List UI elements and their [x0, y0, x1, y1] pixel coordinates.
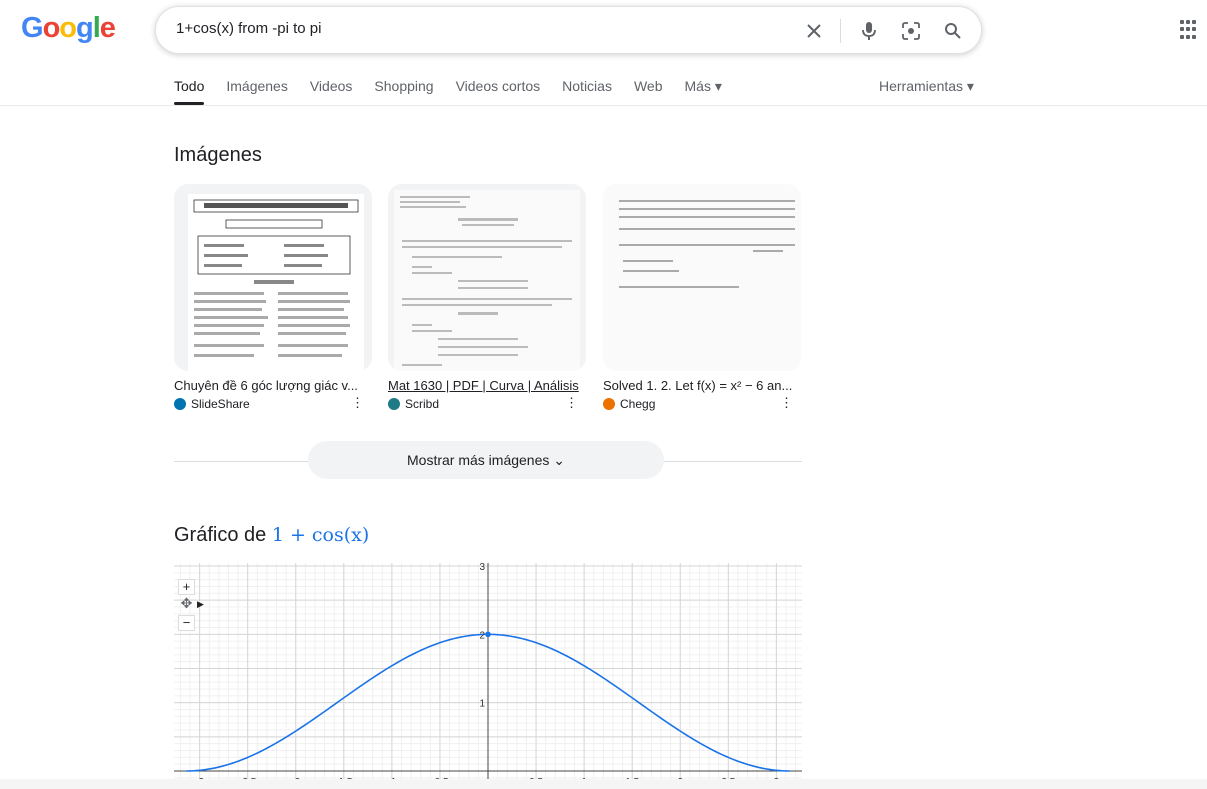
y-tick-label: 2 — [479, 630, 485, 641]
close-icon[interactable] — [800, 17, 828, 45]
chegg-favicon-icon — [603, 398, 615, 410]
image-source-label: Scribd — [405, 397, 440, 411]
image-thumbnail[interactable] — [388, 184, 586, 371]
images-section-title: Imágenes — [174, 144, 262, 166]
tab-imagenes[interactable]: Imágenes — [226, 78, 287, 95]
mic-icon[interactable] — [855, 17, 883, 45]
search-input[interactable] — [176, 20, 776, 37]
graph-title-prefix: Gráfico de — [174, 524, 267, 546]
image-source[interactable]: SlideShare ⋮ — [174, 396, 372, 411]
search-icon[interactable] — [939, 17, 967, 45]
zoom-in-button[interactable]: + — [178, 579, 195, 595]
tab-videos-cortos[interactable]: Videos cortos — [456, 78, 541, 95]
logo-letter: e — [99, 12, 116, 44]
tab-web[interactable]: Web — [634, 78, 663, 95]
image-source[interactable]: Chegg ⋮ — [603, 396, 801, 411]
header-divider — [0, 105, 1207, 106]
tab-todo[interactable]: Todo — [174, 78, 205, 105]
pan-expand-icon[interactable]: ▶ — [197, 599, 204, 610]
image-caption[interactable]: Solved 1. 2. Let f(x) = x² − 6 an... — [603, 378, 795, 393]
lens-icon[interactable] — [897, 17, 925, 45]
tab-mas[interactable]: Más ▾ — [685, 78, 722, 95]
google-logo[interactable]: Google — [21, 12, 116, 45]
y-tick-label: 3 — [479, 563, 485, 573]
graph-title: Gráfico de 1 + cos(x) — [174, 524, 369, 547]
more-options-icon[interactable]: ⋮ — [565, 396, 578, 409]
zoom-out-button[interactable]: − — [178, 615, 195, 631]
tab-videos[interactable]: Videos — [310, 78, 353, 95]
graph-canvas[interactable]: -3-2.5-2-1.5-1-0.50.511.522.53123 — [174, 563, 802, 789]
logo-letter: l — [92, 12, 101, 44]
page-bottom-bar — [0, 779, 1207, 789]
show-more-images-button[interactable]: Mostrar más imágenes ⌄ — [308, 441, 664, 479]
logo-letter: G — [21, 12, 44, 44]
function-graph[interactable]: -3-2.5-2-1.5-1-0.50.511.522.53123 + ✥ ▶ … — [174, 563, 802, 789]
tools-button[interactable]: Herramientas ▾ — [879, 78, 974, 95]
image-source-label: SlideShare — [191, 397, 250, 411]
image-result-card[interactable]: Mat 1630 | PDF | Curva | Análisis Scribd… — [388, 184, 586, 411]
pan-icon[interactable]: ✥ — [178, 596, 195, 613]
tab-noticias[interactable]: Noticias — [562, 78, 612, 95]
apps-grid-icon[interactable] — [1180, 20, 1200, 40]
logo-letter: o — [42, 12, 61, 44]
search-box[interactable] — [155, 6, 982, 54]
search-tabs: Todo Imágenes Videos Shopping Videos cor… — [174, 78, 744, 105]
image-source-label: Chegg — [620, 397, 656, 411]
slideshare-favicon-icon — [174, 398, 186, 410]
graph-function-label: 1 + cos(x) — [271, 524, 370, 546]
image-source[interactable]: Scribd ⋮ — [388, 396, 586, 411]
image-thumbnail[interactable] — [174, 184, 372, 371]
search-divider — [840, 19, 841, 43]
tab-shopping[interactable]: Shopping — [374, 78, 433, 95]
more-options-icon[interactable]: ⋮ — [780, 396, 793, 409]
scribd-favicon-icon — [388, 398, 400, 410]
more-options-icon[interactable]: ⋮ — [351, 396, 364, 409]
image-result-card[interactable]: Solved 1. 2. Let f(x) = x² − 6 an... Che… — [603, 184, 801, 411]
logo-letter: g — [76, 12, 94, 44]
y-tick-label: 1 — [479, 699, 485, 710]
data-point — [485, 631, 491, 638]
image-caption[interactable]: Chuyên đề 6 góc lượng giác v... — [174, 378, 366, 393]
image-result-card[interactable]: Chuyên đề 6 góc lượng giác v... SlideSha… — [174, 184, 372, 411]
image-thumbnail[interactable] — [603, 184, 801, 371]
image-caption[interactable]: Mat 1630 | PDF | Curva | Análisis — [388, 378, 580, 393]
logo-letter: o — [59, 12, 77, 44]
